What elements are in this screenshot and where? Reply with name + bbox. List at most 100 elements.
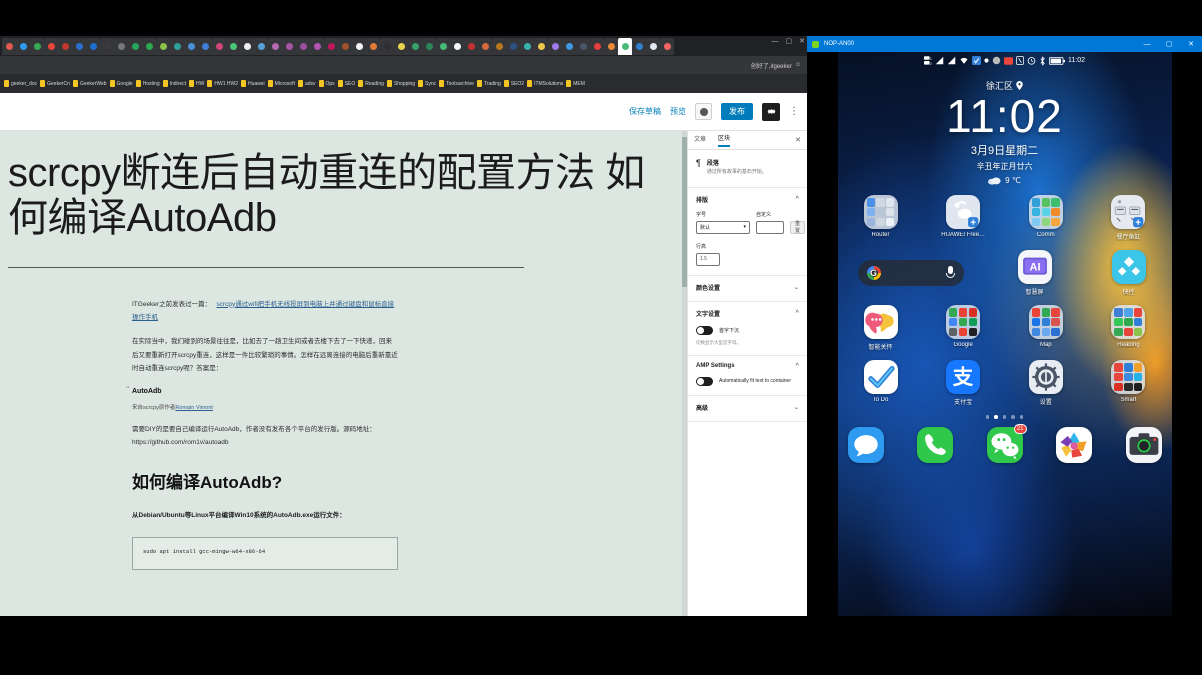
- browser-tab[interactable]: [562, 37, 576, 55]
- bookmark-item[interactable]: GeekerCn: [40, 80, 70, 87]
- app-icon-智慧屏[interactable]: AI 智慧屏: [1006, 250, 1064, 296]
- browser-tab[interactable]: [72, 37, 86, 55]
- app-grid[interactable]: Router HUAWEI Free… Comm 餐厅鱼缸 AI 智慧屏 快控智能关怀 Goo…: [838, 195, 1172, 406]
- dock[interactable]: 21: [838, 419, 1172, 463]
- browser-tab[interactable]: [576, 37, 590, 55]
- tab-post[interactable]: 文章: [694, 134, 706, 146]
- browser-tab[interactable]: [198, 37, 212, 55]
- browser-tab[interactable]: [548, 37, 562, 55]
- browser-tab[interactable]: [324, 37, 338, 55]
- browser-tab[interactable]: [58, 37, 72, 55]
- browser-tab[interactable]: [170, 37, 184, 55]
- close-icon[interactable]: ✕: [795, 136, 801, 144]
- browser-tab[interactable]: [338, 37, 352, 55]
- paragraph-intro[interactable]: ITGeeker之前发表过一篇： scrcpy通过wifi把手机无线投屏到电脑上…: [132, 298, 398, 325]
- scrcpy-window-controls[interactable]: — ▢ ✕: [1136, 36, 1202, 52]
- bookmark-item[interactable]: HW1 HW2: [207, 80, 238, 87]
- chevron-up-icon[interactable]: ^: [795, 310, 799, 316]
- sidebar-tabs[interactable]: 文章 区块 ✕: [688, 131, 807, 150]
- dock-item-phone[interactable]: [917, 426, 953, 463]
- dock-item-gallery[interactable]: [1056, 426, 1092, 463]
- browser-tab[interactable]: [310, 37, 324, 55]
- app-icon-设置[interactable]: 设置: [1017, 360, 1075, 406]
- browser-tab[interactable]: [128, 37, 142, 55]
- amp-fit-text-toggle[interactable]: [696, 376, 713, 386]
- paragraph-scenario[interactable]: 在实际当中，我们碰到的场景往往是，比如去了一趟卫生间或者去楼下去了一下快递，回来…: [132, 335, 398, 376]
- bookmark-item[interactable]: ITMSolutions: [527, 80, 563, 87]
- bookmark-item[interactable]: Trading: [476, 80, 501, 87]
- close-icon[interactable]: ✕: [799, 38, 805, 46]
- browser-tab[interactable]: [254, 37, 268, 55]
- browser-address-row[interactable]: 创好了,itgeeker ☺: [0, 56, 807, 74]
- chevron-down-icon[interactable]: ⌄: [794, 284, 799, 291]
- app-icon-支付宝[interactable]: 支支付宝: [934, 360, 992, 406]
- account-indicator[interactable]: 创好了,itgeeker ☺: [751, 61, 801, 70]
- browser-tab[interactable]: [660, 37, 674, 55]
- chevron-up-icon[interactable]: ^: [795, 363, 799, 369]
- browser-tab[interactable]: [590, 37, 604, 55]
- reset-button[interactable]: 重置: [790, 220, 806, 234]
- bookmark-item[interactable]: SEO: [337, 80, 355, 87]
- preview-button[interactable]: 预览: [670, 106, 686, 117]
- browser-tab[interactable]: [646, 37, 660, 55]
- browser-tab[interactable]: [156, 37, 170, 55]
- panel-typography[interactable]: 排版 ^ 字号 默认 ▾ 自定义 重置 行高 1.5: [688, 188, 807, 276]
- bookmark-item[interactable]: Reading: [358, 80, 384, 87]
- browser-tab[interactable]: [632, 37, 646, 55]
- bookmark-item[interactable]: SEO2: [503, 80, 524, 87]
- app-icon-Google[interactable]: Google: [934, 305, 992, 351]
- canvas-scrollbar[interactable]: [682, 131, 687, 616]
- browser-tab[interactable]: [380, 37, 394, 55]
- line-height-input[interactable]: 1.5: [696, 252, 720, 266]
- browser-tab[interactable]: [492, 37, 506, 55]
- chevron-down-icon[interactable]: ⌄: [794, 404, 799, 411]
- panel-advanced[interactable]: 高级 ⌄: [688, 396, 807, 422]
- bookmark-item[interactable]: Shopping: [386, 80, 415, 87]
- editor-canvas[interactable]: scrcpy断连后自动重连的配置方法 如何编译AutoAdb ITGeeker之…: [0, 131, 687, 616]
- close-icon[interactable]: ✕: [1180, 36, 1202, 52]
- browser-tab[interactable]: [436, 37, 450, 55]
- panel-amp-settings[interactable]: AMP Settings ^ Automatically fit text to…: [688, 356, 807, 396]
- bookmark-item[interactable]: Huawei: [240, 80, 265, 87]
- browser-tab[interactable]: [520, 37, 534, 55]
- app-icon-餐厅鱼缸[interactable]: 餐厅鱼缸: [1099, 195, 1157, 241]
- browser-tab[interactable]: [30, 37, 44, 55]
- browser-tab[interactable]: [422, 37, 436, 55]
- browser-tab[interactable]: [464, 37, 478, 55]
- bookmark-item[interactable]: Indirect: [162, 80, 186, 87]
- bookmark-item[interactable]: Microsoft: [267, 80, 295, 87]
- browser-tab[interactable]: [506, 37, 520, 55]
- bookmark-item[interactable]: Sync: [418, 80, 436, 87]
- page-title[interactable]: scrcpy断连后自动重连的配置方法 如何编译AutoAdb: [0, 151, 687, 241]
- app-icon-快控[interactable]: 快控: [1100, 250, 1158, 296]
- bookmark-item[interactable]: Toolsarchive: [439, 80, 474, 87]
- bookmarks-bar[interactable]: geeker_doc GeekerCn GeekerWeb Google Hosting…: [0, 74, 807, 93]
- browser-tab[interactable]: [16, 37, 30, 55]
- browser-tab[interactable]: [478, 37, 492, 55]
- profile-avatar-icon[interactable]: ☺: [795, 62, 801, 68]
- browser-tab[interactable]: [394, 37, 408, 55]
- kebab-menu-icon[interactable]: ⋮: [789, 106, 799, 116]
- microphone-icon[interactable]: [945, 266, 955, 280]
- browser-tab-strip[interactable]: — ▢ ✕: [0, 36, 807, 56]
- google-search-widget[interactable]: [857, 260, 964, 287]
- browser-tab[interactable]: [212, 37, 226, 55]
- preview-eye-icon[interactable]: [695, 103, 712, 120]
- browser-tab[interactable]: [2, 37, 16, 55]
- custom-size-input[interactable]: [756, 220, 784, 234]
- google-g-icon[interactable]: [866, 266, 881, 281]
- save-draft-button[interactable]: 保存草稿: [629, 106, 661, 117]
- browser-tab[interactable]: [86, 37, 100, 55]
- author-link[interactable]: Romain Vimont: [175, 405, 213, 411]
- dropcap-toggle[interactable]: [696, 325, 713, 335]
- browser-tab[interactable]: [114, 37, 128, 55]
- browser-tab[interactable]: [282, 37, 296, 55]
- dock-item-wechat[interactable]: 21: [986, 423, 1027, 463]
- browser-tab[interactable]: [100, 37, 114, 55]
- browser-tab[interactable]: [226, 37, 240, 55]
- browser-tab[interactable]: [296, 37, 310, 55]
- gear-icon[interactable]: [762, 102, 780, 121]
- app-icon-智能关怀[interactable]: 智能关怀: [852, 305, 910, 351]
- browser-tab[interactable]: [240, 37, 254, 55]
- browser-tab[interactable]: [450, 37, 464, 55]
